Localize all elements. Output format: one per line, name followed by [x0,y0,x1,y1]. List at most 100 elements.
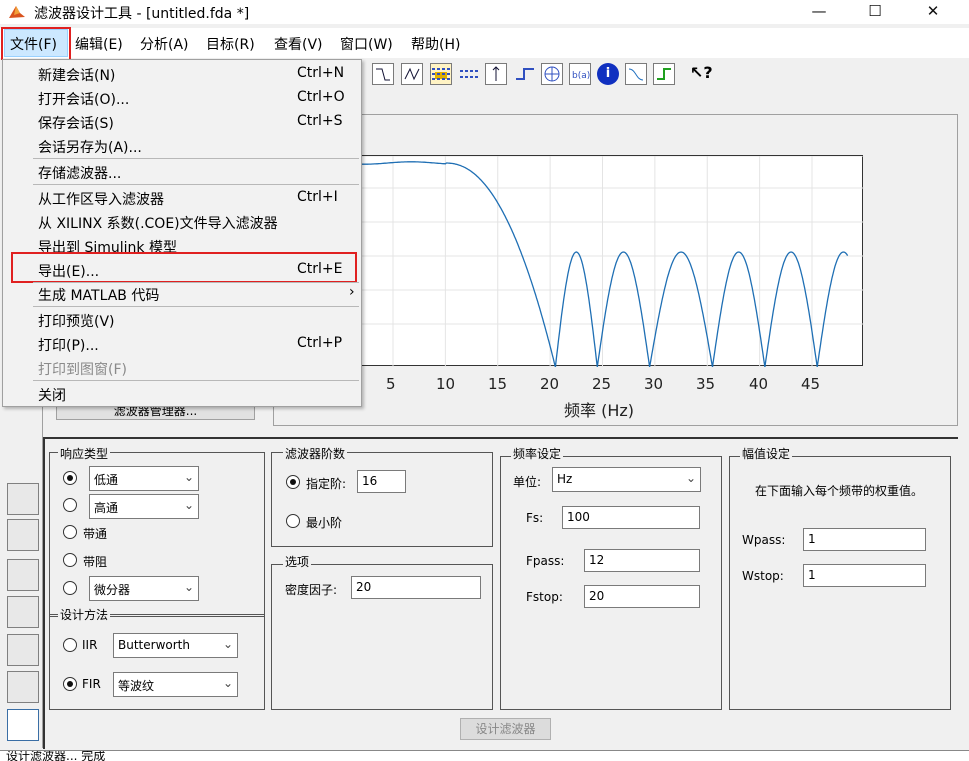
lowpass-radio[interactable] [63,471,77,485]
menu-targets[interactable]: 目标(R) [206,34,255,54]
differentiator-radio[interactable] [63,581,77,595]
bandstop-label: 带阻 [83,555,108,569]
menu-item-save-session[interactable]: 保存会话(S) Ctrl+S [3,110,361,134]
fs-label: Fs: [526,511,544,525]
phase-response-icon[interactable] [401,63,423,85]
magnitude-response-estimate-icon[interactable] [625,63,647,85]
menu-item-label: 新建会话(N) [38,68,116,84]
bandstop-radio[interactable] [63,553,77,567]
units-label: 单位: [513,475,542,489]
fir-radio[interactable] [63,677,77,691]
menu-item-save-session-as[interactable]: 会话另存为(A)... [3,134,361,158]
chevron-down-icon: ⌄ [222,637,233,651]
fir-method-select[interactable]: 等波纹 ⌄ [113,672,238,697]
density-factor-input[interactable]: 20 [351,576,481,599]
filter-info-icon[interactable]: i [597,63,619,85]
impulse-response-icon[interactable] [485,63,507,85]
magnitude-response-icon[interactable] [372,63,394,85]
menu-item-close[interactable]: 关闭 [3,382,361,406]
filter-coefficients-icon[interactable]: b(a) [569,63,591,85]
specify-order-radio[interactable] [286,475,300,489]
design-filter-button[interactable]: 设计滤波器 [460,718,551,740]
phase-delay-icon[interactable] [458,63,480,85]
menu-item-shortcut: Ctrl+P [297,335,343,351]
matlab-app-icon [9,6,25,18]
fs-input[interactable]: 100 [562,506,700,529]
minimum-order-radio[interactable] [286,514,300,528]
fir-method-value: 等波纹 [118,679,155,693]
x-tick-label: 35 [696,375,716,393]
response-type-title: 响应类型 [58,445,111,462]
order-input[interactable]: 16 [357,470,406,493]
specify-order-label: 指定阶: [306,477,347,491]
menu-item-print-to-figure: 打印到图窗(F) [3,356,361,380]
menu-item-label: 打印(P)... [38,338,99,354]
round-off-noise-icon[interactable] [653,63,675,85]
minimize-button[interactable]: — [796,0,842,24]
iir-radio[interactable] [63,638,77,652]
x-tick-label: 20 [540,375,560,393]
menu-item-label: 从工作区导入滤波器 [38,192,164,208]
menu-item-store-filter[interactable]: 存储滤波器... [3,160,361,184]
menu-item-import-xilinx-coe[interactable]: 从 XILINX 系数(.COE)文件导入滤波器 [3,210,361,234]
fpass-input[interactable]: 12 [584,549,700,572]
filter-order-title: 滤波器阶数 [283,445,348,462]
import-filter-icon[interactable] [7,671,39,703]
x-tick-label: 15 [488,375,508,393]
highpass-select[interactable]: 高通 ⌄ [89,494,199,519]
wstop-input[interactable]: 1 [803,564,926,587]
menu-separator [33,380,359,381]
menu-edit[interactable]: 编辑(E) [75,34,123,54]
fir-label: FIR [82,677,101,691]
units-select[interactable]: Hz ⌄ [552,467,701,492]
x-axis-label: 频率 (Hz) [564,401,635,420]
chevron-right-icon: › [349,284,355,300]
lowpass-select[interactable]: 低通 ⌄ [89,466,199,491]
options-title: 选项 [283,553,312,570]
file-menu-dropdown: 新建会话(N) Ctrl+N 打开会话(O)... Ctrl+O 保存会话(S) Ct… [2,59,362,407]
svg-text:b(a): b(a) [572,71,590,81]
create-multirate-icon[interactable] [7,519,39,551]
menu-window[interactable]: 窗口(W) [340,34,393,54]
menu-item-shortcut: Ctrl+S [297,113,343,129]
menu-item-new-session[interactable]: 新建会话(N) Ctrl+N [3,62,361,86]
design-method-title: 设计方法 [58,606,111,623]
close-button[interactable]: ✕ [910,0,956,24]
menu-item-import-from-workspace[interactable]: 从工作区导入滤波器 Ctrl+I [3,186,361,210]
differentiator-select[interactable]: 微分器 ⌄ [89,576,199,601]
x-tick-label: 40 [749,375,769,393]
fstop-label: Fstop: [526,590,563,604]
fstop-input[interactable]: 20 [584,585,700,608]
annotation-box-export [11,252,357,283]
pole-zero-editor-icon[interactable] [7,634,39,666]
iir-method-select[interactable]: Butterworth ⌄ [113,633,238,658]
differentiator-label: 微分器 [94,583,131,597]
transform-filter-icon[interactable] [7,483,39,515]
wpass-input[interactable]: 1 [803,528,926,551]
highpass-radio[interactable] [63,498,77,512]
units-value: Hz [557,472,573,486]
set-quantization-icon[interactable] [7,559,39,591]
menu-item-generate-matlab-code[interactable]: 生成 MATLAB 代码 › [3,282,361,306]
menu-view[interactable]: 查看(V) [274,34,323,54]
step-response-icon[interactable] [514,63,536,85]
menu-item-open-session[interactable]: 打开会话(O)... Ctrl+O [3,86,361,110]
realize-model-icon[interactable] [7,596,39,628]
menu-item-print[interactable]: 打印(P)... Ctrl+P [3,332,361,356]
chevron-down-icon: ⌄ [183,498,194,512]
maximize-button[interactable]: ☐ [852,0,898,24]
menu-item-shortcut: Ctrl+O [297,89,345,105]
whats-this-help-icon[interactable]: ↖? [690,63,713,85]
pole-zero-plot-icon[interactable] [541,63,563,85]
iir-label: IIR [82,638,98,652]
group-delay-icon[interactable] [430,63,452,85]
menu-help[interactable]: 帮助(H) [411,34,460,54]
bandpass-radio[interactable] [63,525,77,539]
menu-analysis[interactable]: 分析(A) [140,34,189,54]
menu-item-print-preview[interactable]: 打印预览(V) [3,308,361,332]
wstop-label: Wstop: [742,569,784,583]
design-filter-icon[interactable] [7,709,39,741]
wpass-label: Wpass: [742,533,786,547]
menu-file[interactable]: 文件(F) [10,34,57,54]
menu-item-label: 打印预览(V) [38,314,115,330]
